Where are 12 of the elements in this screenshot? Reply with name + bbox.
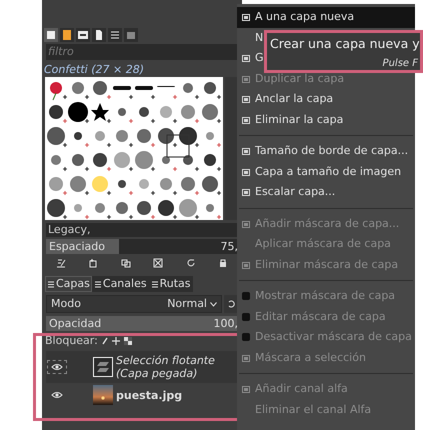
slider-label: Opacidad [49,316,102,331]
mode-value: Normal [167,296,207,312]
slider-value: 75, [220,239,238,254]
mode-label: Modo [51,296,81,312]
tooltip-text: Crear una capa nueva y [269,35,420,53]
slider-label: Espaciado [49,239,105,254]
lock-label: Bloquear: [45,332,98,349]
tooltip-hint: Pulse F [382,56,419,70]
brush-name: Confetti (27 × 28) [43,62,145,77]
slider-value: 100, [214,316,238,331]
layer-name: Selección flotante (Capa pegada) [116,354,216,380]
layer-name: puesta.jpg [116,388,184,402]
